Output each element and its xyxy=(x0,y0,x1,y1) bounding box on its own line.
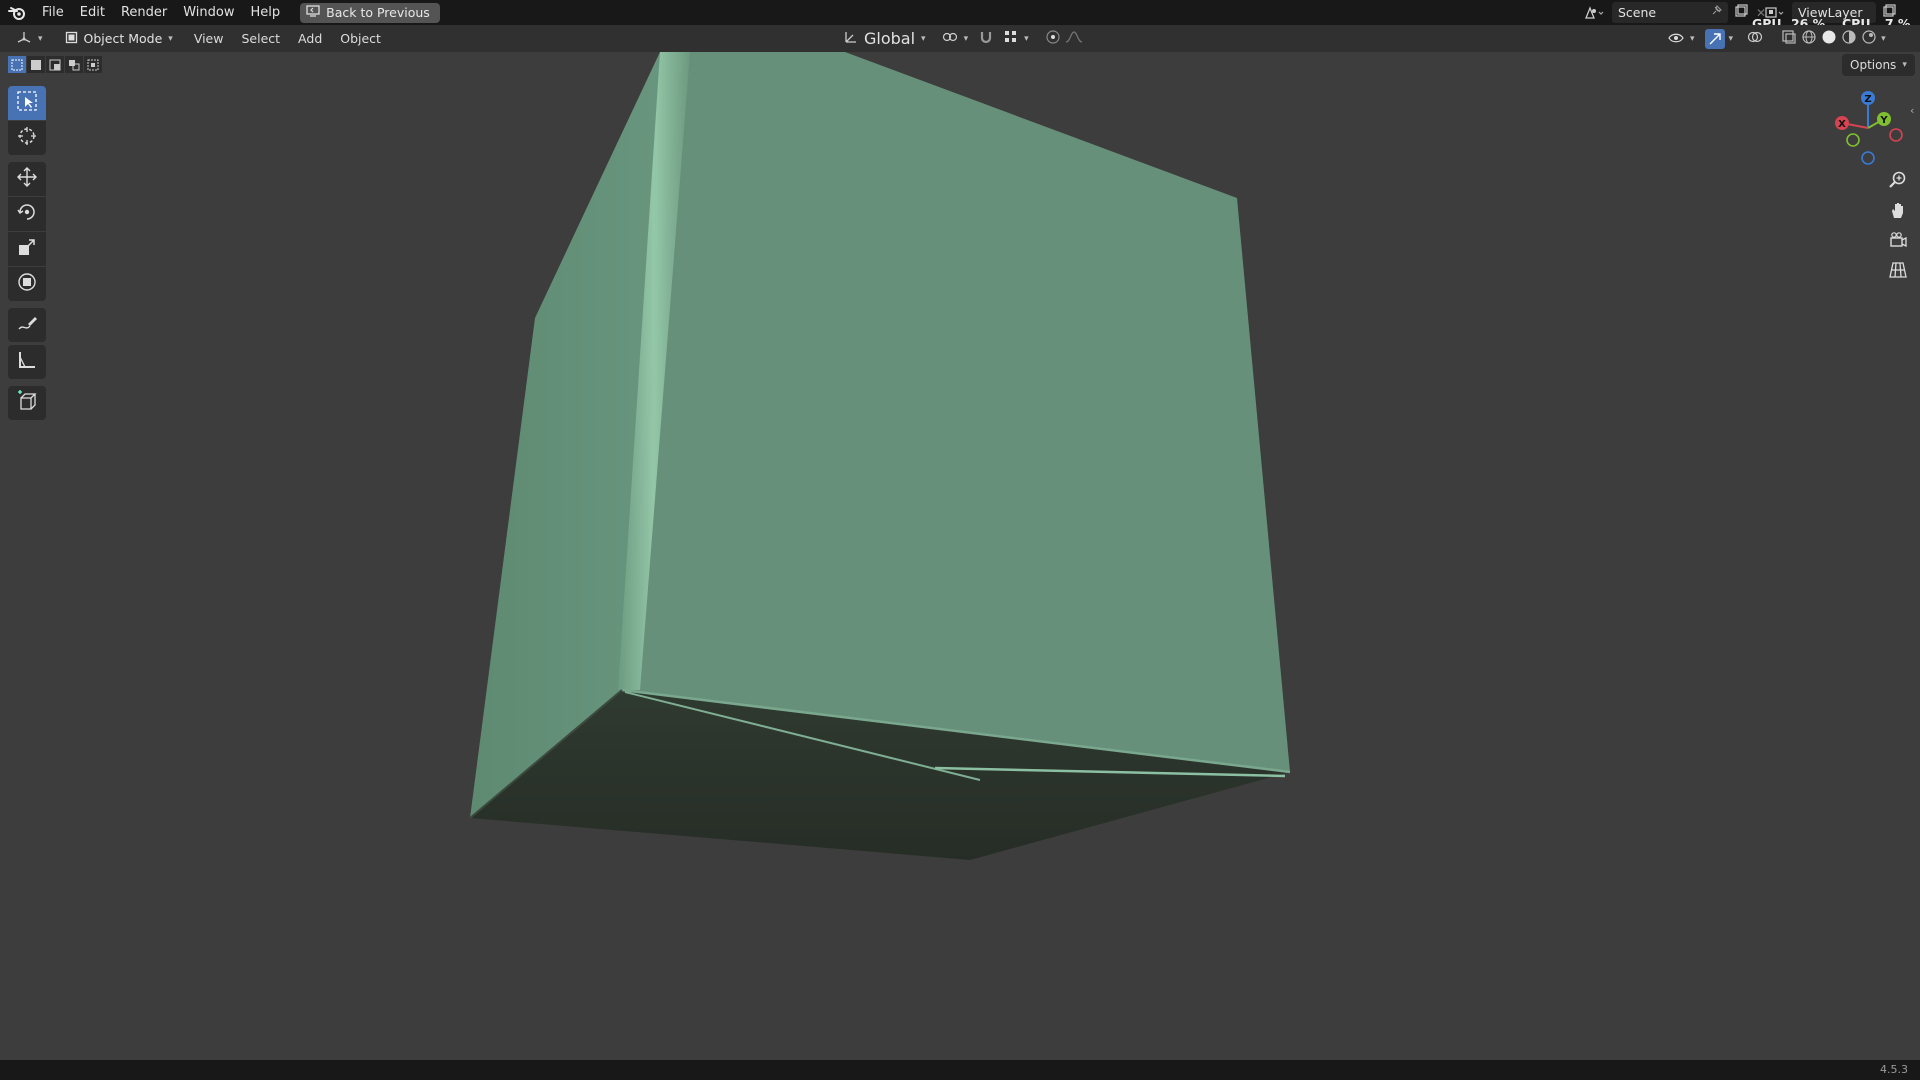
measure-ruler-icon xyxy=(16,349,38,375)
mode-dropdown[interactable]: Object Mode ▾ xyxy=(59,28,179,49)
menu-window[interactable]: Window xyxy=(175,0,242,25)
pivot-point-dropdown[interactable]: ▾ xyxy=(936,28,975,49)
perspective-toggle-button[interactable] xyxy=(1884,258,1912,286)
zoom-magnifier-icon xyxy=(1888,170,1908,194)
chevron-down-icon: ▾ xyxy=(921,33,926,44)
proportional-edit-icon[interactable] xyxy=(1045,29,1061,49)
zoom-button[interactable] xyxy=(1884,168,1912,196)
chevron-down-icon: ▾ xyxy=(1024,33,1029,44)
add-cube-tool[interactable] xyxy=(8,386,46,420)
transform-icon xyxy=(16,271,38,297)
scene-selector[interactable]: Scene ✕ xyxy=(1584,2,1766,23)
gizmo-y-label: Y xyxy=(1879,115,1888,126)
3d-viewport[interactable]: Z Y X xyxy=(0,52,1920,1060)
select-extend-icon[interactable] xyxy=(27,56,45,73)
rendered-shading-icon[interactable] xyxy=(1861,29,1877,49)
version-label: 4.5.3 xyxy=(1880,1063,1908,1076)
move-icon xyxy=(16,166,38,192)
wireframe-shading-icon[interactable] xyxy=(1801,29,1817,49)
camera-view-button[interactable] xyxy=(1884,228,1912,256)
scale-icon xyxy=(16,236,38,262)
menu-select[interactable]: Select xyxy=(232,25,289,52)
snap-increment-icon xyxy=(1004,29,1018,48)
3d-viewport-icon xyxy=(16,30,32,47)
menu-view[interactable]: View xyxy=(185,25,233,52)
chevron-down-icon: ▾ xyxy=(38,33,43,44)
annotate-tool[interactable] xyxy=(8,308,46,342)
select-new-icon[interactable] xyxy=(8,56,26,73)
pivot-icon xyxy=(942,29,958,48)
cursor-tool[interactable] xyxy=(8,121,46,155)
chevron-down-icon: ▾ xyxy=(1902,60,1907,70)
falloff-curve-icon[interactable] xyxy=(1065,29,1085,48)
solid-shading-icon[interactable] xyxy=(1821,29,1837,49)
transform-tool[interactable] xyxy=(8,267,46,301)
menu-add[interactable]: Add xyxy=(289,25,331,52)
selection-mode-buttons xyxy=(8,56,102,73)
menu-object[interactable]: Object xyxy=(331,25,390,52)
rotate-icon xyxy=(16,201,38,227)
measure-tool[interactable] xyxy=(8,345,46,379)
chevron-down-icon: ▾ xyxy=(168,33,173,44)
scale-tool[interactable] xyxy=(8,232,46,266)
chevron-down-icon[interactable]: ▾ xyxy=(1729,34,1734,44)
editor-type-dropdown[interactable]: ▾ xyxy=(10,28,49,49)
scene-object-mesh[interactable] xyxy=(0,52,1920,1060)
select-invert-icon[interactable] xyxy=(65,56,83,73)
camera-icon xyxy=(1888,230,1908,254)
add-cube-icon xyxy=(16,390,38,416)
menu-file[interactable]: File xyxy=(34,0,72,25)
transform-controls: Global ▾ ▾ ▾ xyxy=(838,25,1085,52)
chevron-down-icon[interactable]: ▾ xyxy=(1881,34,1886,44)
pan-button[interactable] xyxy=(1884,198,1912,226)
grid-perspective-icon xyxy=(1888,260,1908,284)
eye-icon xyxy=(1668,29,1684,48)
select-subtract-icon[interactable] xyxy=(46,56,64,73)
back-to-previous-button[interactable]: Back to Previous xyxy=(300,2,440,23)
back-to-previous-label: Back to Previous xyxy=(326,5,430,20)
move-tool[interactable] xyxy=(8,162,46,196)
blender-logo-icon[interactable] xyxy=(0,0,34,25)
chevron-down-icon: ▾ xyxy=(1690,33,1695,44)
object-mode-icon xyxy=(65,31,78,47)
options-label: Options xyxy=(1850,58,1897,72)
snap-target-dropdown[interactable]: ▾ xyxy=(998,28,1035,49)
gizmo-z-label: Z xyxy=(1864,94,1871,105)
pin-icon[interactable] xyxy=(1710,4,1723,20)
mode-label: Object Mode xyxy=(83,31,163,46)
gizmo-x-label: X xyxy=(1838,119,1846,130)
select-box-tool[interactable] xyxy=(8,86,46,120)
overlays-icon[interactable] xyxy=(1747,29,1763,49)
material-shading-icon[interactable] xyxy=(1841,29,1857,49)
menu-render[interactable]: Render xyxy=(113,0,175,25)
tool-shelf xyxy=(8,86,48,421)
navigation-gizmo[interactable]: Z Y X xyxy=(1828,88,1908,168)
options-dropdown[interactable]: Options ▾ xyxy=(1842,54,1915,76)
menu-help[interactable]: Help xyxy=(243,0,289,25)
xray-icon[interactable] xyxy=(1781,29,1797,49)
rotate-tool[interactable] xyxy=(8,197,46,231)
select-box-icon xyxy=(16,90,38,116)
cursor-icon xyxy=(16,125,38,151)
orientation-icon xyxy=(844,29,858,48)
snap-magnet-icon[interactable] xyxy=(978,29,994,49)
scene-icon xyxy=(1584,5,1612,20)
chevron-down-icon: ▾ xyxy=(963,33,969,44)
transform-orientation-dropdown[interactable]: Global ▾ xyxy=(838,28,932,49)
screen-icon xyxy=(306,5,320,20)
orientation-label: Global xyxy=(864,29,916,48)
scene-name-field[interactable]: Scene xyxy=(1612,2,1728,23)
hand-icon xyxy=(1888,200,1908,224)
new-scene-icon[interactable] xyxy=(1734,4,1748,21)
visibility-dropdown[interactable]: ▾ xyxy=(1662,28,1701,49)
select-intersect-icon[interactable] xyxy=(84,56,102,73)
gizmo-toggle-icon[interactable] xyxy=(1704,28,1725,49)
annotate-pencil-icon xyxy=(16,312,38,338)
viewport-display-controls: ▾ ▾ ▾ xyxy=(1662,25,1886,52)
menu-edit[interactable]: Edit xyxy=(72,0,113,25)
scene-name: Scene xyxy=(1618,5,1657,20)
status-bar: 4.5.3 xyxy=(0,1060,1920,1080)
sidebar-toggle-chevron-icon[interactable]: ‹ xyxy=(1910,104,1914,117)
